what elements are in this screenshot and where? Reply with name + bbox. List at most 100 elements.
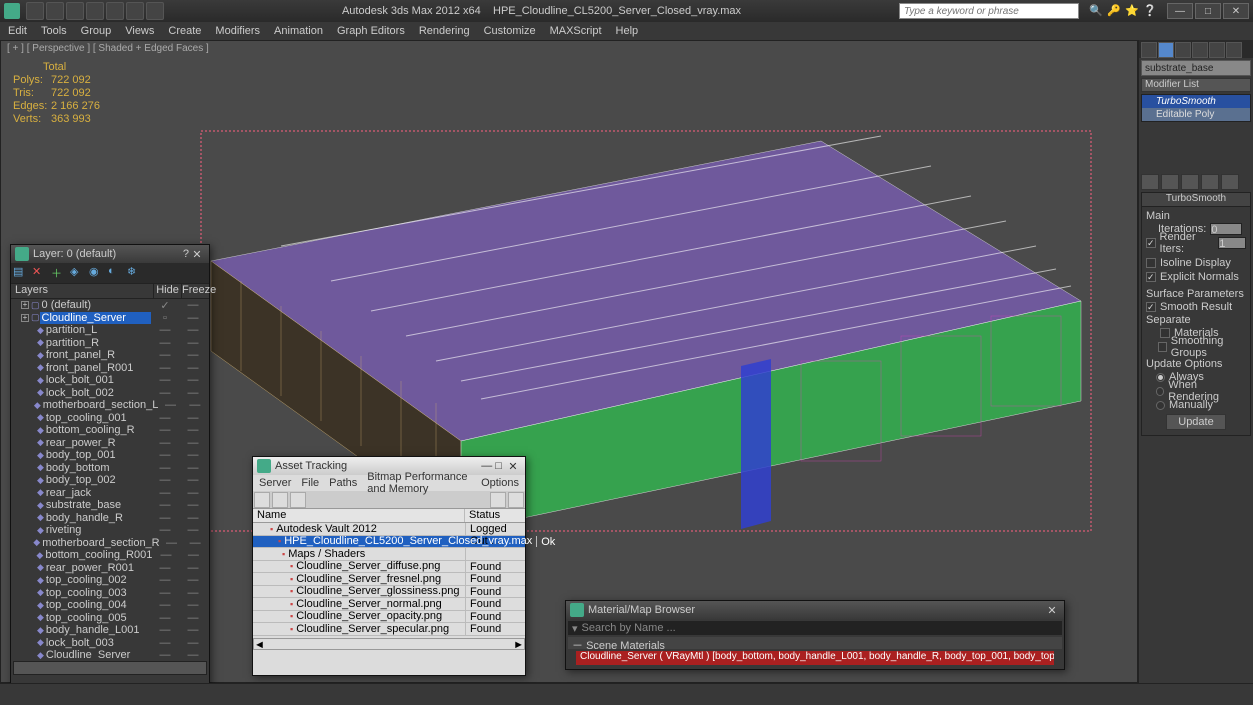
always-radio[interactable] xyxy=(1156,373,1165,382)
maximize-button[interactable]: □ xyxy=(1195,3,1221,19)
close-icon[interactable]: ✕ xyxy=(1044,604,1060,617)
menu-graph-editors[interactable]: Graph Editors xyxy=(337,25,405,37)
asset-menu-options[interactable]: Options xyxy=(481,477,519,489)
render-iters-spinner[interactable]: 1 xyxy=(1218,237,1246,249)
layer-row[interactable]: ◆body_top_002—— xyxy=(11,474,209,487)
modify-tab[interactable] xyxy=(1158,42,1174,58)
layer-row[interactable]: ◆partition_L—— xyxy=(11,324,209,337)
render-iters-checkbox[interactable] xyxy=(1146,238,1156,248)
layer-row[interactable]: ◆motherboard_section_L—— xyxy=(11,399,209,412)
layer-row[interactable]: ◆lock_bolt_001—— xyxy=(11,374,209,387)
status-icon[interactable] xyxy=(490,492,506,508)
asset-row[interactable]: ▪ Autodesk Vault 2012Logged Out ... xyxy=(253,523,525,536)
utilities-tab[interactable] xyxy=(1226,42,1242,58)
menu-tools[interactable]: Tools xyxy=(41,25,67,37)
layer-row[interactable]: ◆body_handle_R—— xyxy=(11,512,209,525)
modifier-stack[interactable]: TurboSmoothEditable Poly xyxy=(1141,94,1251,122)
options-icon[interactable] xyxy=(508,492,524,508)
rollout-header[interactable]: TurboSmooth xyxy=(1142,193,1250,207)
material-item[interactable]: Cloudline_Server ( VRayMtl ) [body_botto… xyxy=(576,651,1054,665)
layer-row[interactable]: ◆lock_bolt_003—— xyxy=(11,637,209,650)
layer-row[interactable]: ◆rear_power_R001—— xyxy=(11,562,209,575)
modifier-editable-poly[interactable]: Editable Poly xyxy=(1142,108,1250,121)
asset-row[interactable]: ▪ Cloudline_Server_glossiness.pngFound xyxy=(253,586,525,599)
close-icon[interactable]: ✕ xyxy=(189,248,205,261)
layer-row[interactable]: ◆riveting—— xyxy=(11,524,209,537)
select-objects-icon[interactable]: ◈ xyxy=(70,265,86,281)
material-search-input[interactable]: ▾Search by Name ... xyxy=(568,621,1062,635)
asset-menu-server[interactable]: Server xyxy=(259,477,291,489)
viewport-label[interactable]: [ + ] [ Perspective ] [ Shaded + Edged F… xyxy=(7,43,209,54)
materials-checkbox[interactable] xyxy=(1160,328,1170,338)
pin-stack-button[interactable] xyxy=(1141,174,1159,190)
search-input[interactable] xyxy=(899,3,1079,19)
add-to-layer-icon[interactable]: ＋ xyxy=(51,265,67,281)
menu-customize[interactable]: Customize xyxy=(484,25,536,37)
display-tab[interactable] xyxy=(1209,42,1225,58)
layer-row[interactable]: ◆partition_R—— xyxy=(11,337,209,350)
layer-row[interactable]: ◆rear_power_R—— xyxy=(11,437,209,450)
when-rendering-radio[interactable] xyxy=(1156,387,1165,396)
manually-radio[interactable] xyxy=(1156,401,1165,410)
layer-row[interactable]: ◆rear_jack—— xyxy=(11,487,209,500)
menu-rendering[interactable]: Rendering xyxy=(419,25,470,37)
star-icon[interactable]: ⭐ xyxy=(1125,4,1139,18)
scene-materials-header[interactable]: － Scene Materials xyxy=(568,637,1062,649)
layers-tree[interactable]: +▢0 (default)✓—+▢Cloudline_Server▫—◆part… xyxy=(11,299,209,659)
asset-row[interactable]: ▪ Cloudline_Server_fresnel.pngFound xyxy=(253,573,525,586)
menu-maxscript[interactable]: MAXScript xyxy=(550,25,602,37)
layer-row[interactable]: +▢Cloudline_Server▫— xyxy=(11,312,209,325)
qat-button[interactable] xyxy=(66,2,84,20)
asset-menu-paths[interactable]: Paths xyxy=(329,477,357,489)
explicit-normals-checkbox[interactable] xyxy=(1146,272,1156,282)
create-tab[interactable] xyxy=(1141,42,1157,58)
layer-row[interactable]: ◆Cloudline_Server—— xyxy=(11,649,209,659)
configure-sets-button[interactable] xyxy=(1221,174,1239,190)
modifier-list-dropdown[interactable]: Modifier List xyxy=(1141,78,1251,92)
layer-row[interactable]: ◆body_top_001—— xyxy=(11,449,209,462)
update-button[interactable]: Update xyxy=(1166,414,1226,430)
menu-modifiers[interactable]: Modifiers xyxy=(215,25,260,37)
asset-row[interactable]: ▪ Cloudline_Server_opacity.pngFound xyxy=(253,611,525,624)
asset-row[interactable]: ▪ HPE_Cloudline_CL5200_Server_Closed_vra… xyxy=(253,536,525,549)
iterations-spinner[interactable]: 0 xyxy=(1210,223,1242,235)
menu-group[interactable]: Group xyxy=(81,25,112,37)
asset-menu-file[interactable]: File xyxy=(301,477,319,489)
asset-col-status[interactable]: Status xyxy=(465,509,525,522)
layer-row[interactable]: ◆body_bottom—— xyxy=(11,462,209,475)
layer-row[interactable]: ◆substrate_base—— xyxy=(11,499,209,512)
tree-view-button[interactable] xyxy=(272,492,288,508)
layers-col-hide[interactable]: Hide xyxy=(153,284,181,298)
close-button[interactable]: ✕ xyxy=(1223,3,1249,19)
qat-button[interactable] xyxy=(126,2,144,20)
modifier-turbosmooth[interactable]: TurboSmooth xyxy=(1142,95,1250,108)
layer-row[interactable]: ◆front_panel_R—— xyxy=(11,349,209,362)
minimize-button[interactable]: — xyxy=(1167,3,1193,19)
highlight-icon[interactable]: ◉ xyxy=(89,265,105,281)
qat-button[interactable] xyxy=(26,2,44,20)
layer-row[interactable]: ◆front_panel_R001—— xyxy=(11,362,209,375)
layer-row[interactable]: ◆top_cooling_003—— xyxy=(11,587,209,600)
qat-button[interactable] xyxy=(106,2,124,20)
object-name-input[interactable] xyxy=(1145,61,1253,75)
material-browser-dialog[interactable]: Material/Map Browser ✕ ▾Search by Name .… xyxy=(565,600,1065,670)
layer-row[interactable]: ◆body_handle_L001—— xyxy=(11,624,209,637)
layers-col-freeze[interactable]: Freeze xyxy=(181,284,209,298)
layer-row[interactable]: ◆lock_bolt_002—— xyxy=(11,387,209,400)
material-dialog-header[interactable]: Material/Map Browser ✕ xyxy=(566,601,1064,619)
layer-row[interactable]: ◆bottom_cooling_R—— xyxy=(11,424,209,437)
layers-dialog-header[interactable]: Layer: 0 (default) ? ✕ xyxy=(11,245,209,263)
asset-scrollbar[interactable]: ◄ ► xyxy=(253,638,525,650)
qat-button[interactable] xyxy=(46,2,64,20)
smoothing-groups-checkbox[interactable] xyxy=(1158,342,1167,352)
maximize-icon[interactable]: □ xyxy=(495,460,502,472)
asset-row[interactable]: ▪ Cloudline_Server_diffuse.pngFound xyxy=(253,561,525,574)
list-view-button[interactable] xyxy=(290,492,306,508)
layer-row[interactable]: ◆top_cooling_001—— xyxy=(11,412,209,425)
app-icon[interactable] xyxy=(4,3,20,19)
asset-row[interactable]: ▪ Cloudline_Server_normal.pngFound xyxy=(253,598,525,611)
layer-row[interactable]: +▢0 (default)✓— xyxy=(11,299,209,312)
menu-help[interactable]: Help xyxy=(616,25,639,37)
layers-col-name[interactable]: Layers xyxy=(11,284,153,298)
qat-button[interactable] xyxy=(86,2,104,20)
